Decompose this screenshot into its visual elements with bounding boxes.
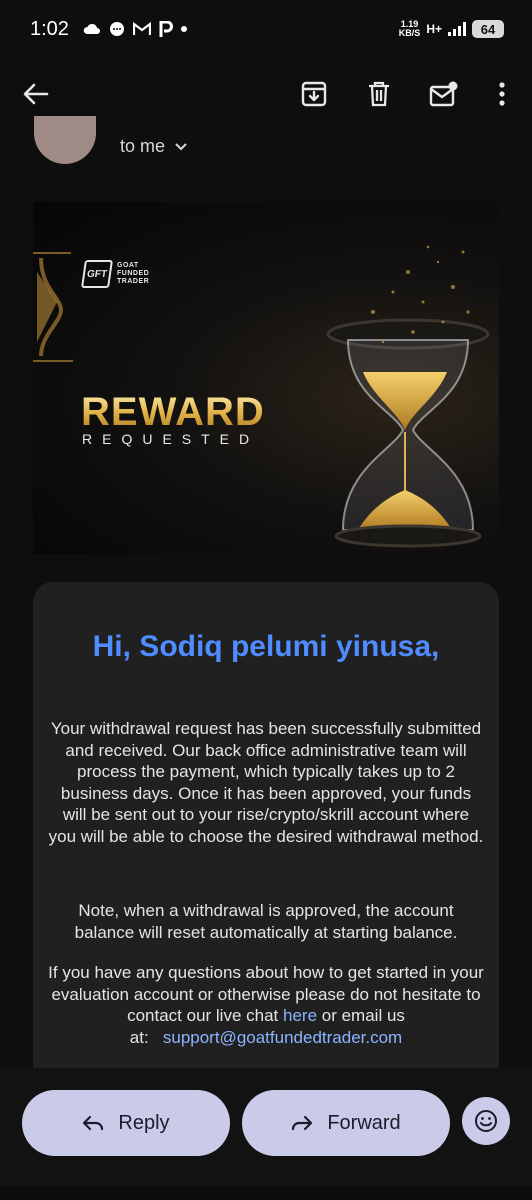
archive-button[interactable]	[294, 74, 334, 114]
battery-level: 64	[480, 21, 496, 37]
logo-line-2: FUNDED	[117, 270, 150, 277]
recipient-details-toggle[interactable]: to me	[120, 136, 187, 157]
reply-icon	[83, 1115, 104, 1131]
more-options-button[interactable]	[482, 74, 522, 114]
forward-icon	[292, 1115, 313, 1131]
chat-icon	[109, 22, 124, 36]
sand-particles-graphic	[371, 245, 470, 344]
reply-label: Reply	[118, 1111, 170, 1134]
network-speed: 1.19 KB/S	[399, 20, 421, 38]
p-icon	[159, 21, 173, 37]
paragraph-withdrawal-info: Your withdrawal request has been success…	[48, 719, 484, 846]
mark-unread-icon	[429, 81, 458, 107]
support-email-link[interactable]: support@goatfundedtrader.com	[163, 1028, 402, 1047]
network-type: H+	[426, 22, 442, 36]
forward-button[interactable]: Forward	[242, 1090, 450, 1156]
back-arrow-icon	[23, 83, 49, 105]
status-bar: 1:02 1.19 KB/S H+ 64	[0, 0, 532, 58]
smiley-icon	[475, 1110, 497, 1132]
brand-logo: GFT GOAT FUNDED TRADER	[81, 260, 149, 288]
paragraph-support-info: If you have any questions about how to g…	[48, 962, 484, 1048]
left-hourglass-graphic	[33, 252, 73, 362]
reply-button[interactable]: Reply	[22, 1090, 230, 1156]
logo-line-1: GOAT	[117, 262, 139, 269]
status-bar-left: 1:02	[30, 18, 187, 41]
reward-banner-image: GFT GOAT FUNDED TRADER REWARD REQUESTED	[33, 202, 499, 554]
system-nav-strip	[0, 1186, 532, 1200]
more-icon	[499, 82, 505, 106]
speed-unit: KB/S	[398, 28, 421, 38]
support-text-part1: If you have any questions about how to g…	[48, 963, 484, 1025]
logo-line-3: TRADER	[117, 278, 150, 285]
delete-icon	[369, 81, 389, 107]
logo-mark: GFT	[81, 260, 113, 288]
banner-headline: REWARD	[81, 390, 265, 434]
cloud-icon	[83, 23, 100, 34]
signal-icon	[448, 22, 466, 36]
archive-icon	[301, 81, 327, 107]
paragraph-balance-note: Note, when a withdrawal is approved, the…	[74, 901, 458, 942]
battery-icon: 64	[472, 20, 504, 38]
greeting-heading: Hi, Sodiq pelumi yinusa,	[92, 630, 440, 663]
gmail-icon	[132, 22, 151, 35]
sender-row: to me	[0, 116, 532, 188]
emoji-reaction-button[interactable]	[462, 1097, 510, 1145]
dot-icon	[180, 26, 187, 32]
back-button[interactable]	[16, 74, 56, 114]
chevron-down-icon	[175, 142, 187, 150]
recipient-label: to me	[120, 136, 166, 156]
forward-label: Forward	[327, 1111, 401, 1134]
banner-subheadline: REQUESTED	[82, 431, 260, 447]
logo-wordmark: GOAT FUNDED TRADER	[117, 262, 149, 286]
status-bar-right: 1.19 KB/S H+ 64	[399, 20, 504, 38]
delete-button[interactable]	[359, 74, 399, 114]
live-chat-link[interactable]: here	[283, 1006, 317, 1025]
sender-avatar[interactable]	[34, 116, 96, 164]
clock: 1:02	[30, 17, 69, 40]
mark-unread-button[interactable]	[424, 74, 464, 114]
